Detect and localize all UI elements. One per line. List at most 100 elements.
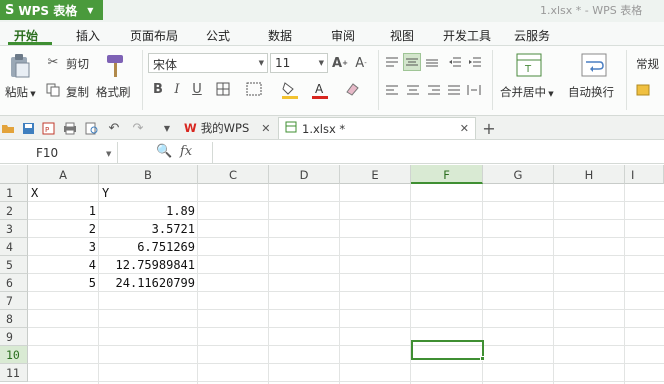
increase-font-icon[interactable]: A + <box>332 55 348 71</box>
column-header-d[interactable]: D <box>269 165 340 184</box>
paste-button[interactable]: 粘贴 ▼ <box>5 84 36 100</box>
row-header-3[interactable]: 3 <box>0 220 28 238</box>
cell-a3[interactable]: 2 <box>29 220 98 238</box>
column-header-e[interactable]: E <box>340 165 411 184</box>
font-color-icon[interactable]: A <box>310 81 330 99</box>
align-center-icon[interactable] <box>405 82 421 98</box>
align-bottom-icon[interactable] <box>424 54 440 70</box>
cell-b3[interactable]: 3.5721 <box>99 220 197 238</box>
row-header-6[interactable]: 6 <box>0 274 28 292</box>
tab-formula[interactable]: 公式 <box>206 27 230 44</box>
undo-icon[interactable]: ↶ <box>106 120 122 136</box>
bold-icon[interactable]: B <box>151 81 165 97</box>
cut-icon[interactable]: ✂ <box>44 54 62 70</box>
close-icon[interactable]: ✕ <box>261 122 270 135</box>
row-header-5[interactable]: 5 <box>0 256 28 274</box>
row-header-2[interactable]: 2 <box>0 202 28 220</box>
open-folder-icon[interactable] <box>0 120 16 136</box>
underline-icon[interactable]: U <box>190 81 204 97</box>
cell-style-icon[interactable] <box>244 81 264 97</box>
align-middle-icon[interactable] <box>403 53 421 71</box>
ribbon-separator <box>378 50 379 110</box>
print-icon[interactable] <box>62 120 78 136</box>
merge-center-button[interactable]: 合并居中 ▼ <box>500 84 554 100</box>
indent-increase-icon[interactable] <box>467 54 483 70</box>
name-box[interactable]: F10 <box>0 142 118 164</box>
close-icon[interactable]: ✕ <box>460 122 469 135</box>
italic-icon[interactable]: I <box>170 81 184 97</box>
wrap-text-button[interactable]: 自动换行 <box>568 84 614 100</box>
clear-format-icon[interactable] <box>342 81 362 97</box>
row-header-9[interactable]: 9 <box>0 328 28 346</box>
row-header-7[interactable]: 7 <box>0 292 28 310</box>
tab-data[interactable]: 数据 <box>268 27 292 44</box>
column-header-h[interactable]: H <box>554 165 625 184</box>
align-left-icon[interactable] <box>384 82 400 98</box>
tab-page-layout[interactable]: 页面布局 <box>130 27 178 44</box>
row-header-11[interactable]: 11 <box>0 364 28 382</box>
fill-handle[interactable] <box>480 356 485 361</box>
insert-function-icon[interactable]: fx <box>180 144 192 159</box>
column-header-g[interactable]: G <box>483 165 554 184</box>
cell-a4[interactable]: 3 <box>29 238 98 256</box>
column-header-c[interactable]: C <box>198 165 269 184</box>
tab-1xlsx[interactable]: 1.xlsx * ✕ <box>278 117 476 139</box>
new-tab-icon[interactable]: + <box>480 119 498 138</box>
copy-icon[interactable] <box>44 82 62 98</box>
cell-a5[interactable]: 4 <box>29 256 98 274</box>
save-icon[interactable] <box>20 120 36 136</box>
row-header-1[interactable]: 1 <box>0 184 28 202</box>
font-size-select[interactable]: 11 ▼ <box>270 53 328 73</box>
print-preview-icon[interactable] <box>84 120 100 136</box>
format-painter-icon[interactable] <box>102 52 128 80</box>
cell-b6[interactable]: 24.11620799 <box>99 274 197 292</box>
copy-button[interactable]: 复制 <box>66 84 89 100</box>
redo-icon[interactable]: ↷ <box>130 120 146 136</box>
tab-developer[interactable]: 开发工具 <box>443 27 491 44</box>
chevron-down-icon[interactable]: ▼ <box>106 150 111 158</box>
export-pdf-icon[interactable]: P <box>40 120 56 136</box>
align-right-icon[interactable] <box>426 82 442 98</box>
align-top-icon[interactable] <box>384 54 400 70</box>
row-header-8[interactable]: 8 <box>0 310 28 328</box>
column-header-b[interactable]: B <box>99 165 198 184</box>
tab-view[interactable]: 视图 <box>390 27 414 44</box>
cell-b2[interactable]: 1.89 <box>99 202 197 220</box>
merge-icon[interactable]: T <box>515 52 543 78</box>
justify-icon[interactable] <box>446 82 462 98</box>
cell-b5[interactable]: 12.75989841 <box>99 256 197 274</box>
chevron-down-icon[interactable]: ▼ <box>160 121 174 135</box>
tab-review[interactable]: 审阅 <box>331 27 355 44</box>
border-icon[interactable] <box>214 81 232 97</box>
column-header-f[interactable]: F <box>411 165 483 184</box>
row-header-4[interactable]: 4 <box>0 238 28 256</box>
cell-b1[interactable]: Y <box>102 184 196 202</box>
cell-a6[interactable]: 5 <box>29 274 98 292</box>
selected-cell-f10[interactable] <box>411 340 484 360</box>
formula-input[interactable] <box>212 142 664 164</box>
paste-icon[interactable] <box>6 52 34 80</box>
app-menu-button[interactable]: S WPS 表格 ▼ <box>0 0 103 20</box>
decrease-font-icon[interactable]: A- <box>353 55 369 71</box>
number-format-select[interactable]: 常规 <box>636 56 659 72</box>
distribute-icon[interactable] <box>466 82 482 98</box>
tab-insert[interactable]: 插入 <box>76 27 100 44</box>
cell-a1[interactable]: X <box>31 184 97 202</box>
spreadsheet-grid[interactable]: A B C D E F G H I 1 2 3 4 5 6 7 8 9 10 1… <box>0 165 664 384</box>
currency-icon[interactable] <box>634 82 656 98</box>
indent-decrease-icon[interactable] <box>447 54 463 70</box>
row-header-10[interactable]: 10 <box>0 346 28 364</box>
wrap-icon[interactable] <box>580 52 608 78</box>
column-header-i[interactable]: I <box>625 165 664 184</box>
tab-cloud[interactable]: 云服务 <box>514 27 550 44</box>
select-all-corner[interactable] <box>0 165 28 184</box>
format-painter-button[interactable]: 格式刷 <box>96 84 131 100</box>
zoom-icon[interactable]: 🔍 <box>156 144 172 159</box>
tab-my-wps[interactable]: W 我的WPS ✕ <box>180 117 271 139</box>
cell-b4[interactable]: 6.751269 <box>99 238 197 256</box>
cut-button[interactable]: 剪切 <box>66 56 89 72</box>
column-header-a[interactable]: A <box>28 165 99 184</box>
fill-color-icon[interactable] <box>280 81 300 99</box>
cell-a2[interactable]: 1 <box>29 202 98 220</box>
font-name-select[interactable]: 宋体 ▼ <box>148 53 268 73</box>
